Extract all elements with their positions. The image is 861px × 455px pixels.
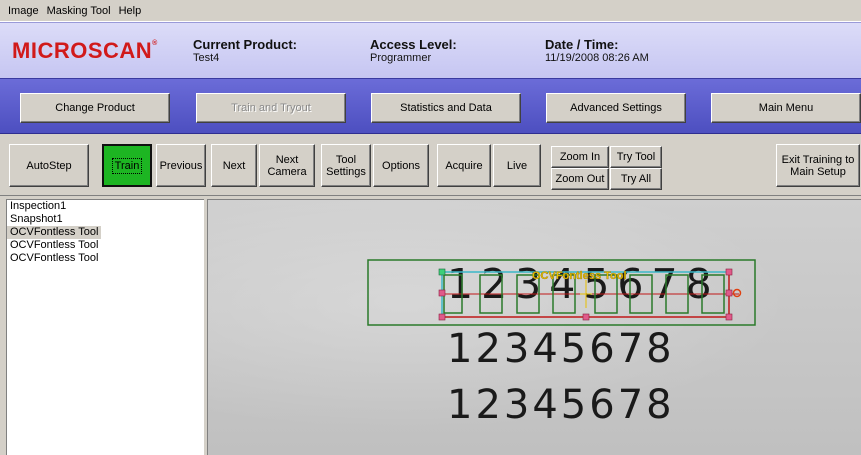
live-button[interactable]: Live bbox=[493, 144, 541, 187]
tree-item-inspection[interactable]: Inspection1 bbox=[7, 200, 204, 213]
autostep-button[interactable]: AutoStep bbox=[9, 144, 89, 187]
change-product-button[interactable]: Change Product bbox=[20, 93, 170, 123]
access-level-label: Access Level: bbox=[370, 37, 457, 52]
acquire-button[interactable]: Acquire bbox=[437, 144, 491, 187]
exit-training-button[interactable]: Exit Training to Main Setup bbox=[776, 144, 860, 187]
try-all-button[interactable]: Try All bbox=[610, 168, 662, 190]
next-camera-button[interactable]: Next Camera bbox=[259, 144, 315, 187]
image-view[interactable]: 12345678 12345678 12345678 OCVFontless T… bbox=[207, 199, 861, 455]
tool-name-label: OCVFontless Tool bbox=[532, 270, 627, 282]
advanced-settings-button[interactable]: Advanced Settings bbox=[546, 93, 686, 123]
previous-button[interactable]: Previous bbox=[156, 144, 206, 187]
inspection-tree: Inspection1 Snapshot1 OCVFontless Tool O… bbox=[6, 199, 204, 455]
datetime-block: Date / Time: 11/19/2008 08:26 AM bbox=[545, 38, 649, 65]
menu-bar: Image Masking Tool Help bbox=[0, 0, 861, 22]
datetime-label: Date / Time: bbox=[545, 37, 619, 52]
options-button[interactable]: Options bbox=[373, 144, 429, 187]
origin-handle bbox=[438, 268, 446, 276]
tool-settings-button[interactable]: Tool Settings bbox=[321, 144, 371, 187]
train-and-tryout-button[interactable]: Train and Tryout bbox=[196, 93, 346, 123]
current-product-label: Current Product: bbox=[193, 37, 297, 52]
access-level-block: Access Level: Programmer bbox=[370, 38, 457, 65]
microscan-logo: MICROSCAN® bbox=[12, 38, 158, 63]
main-menu-button[interactable]: Main Menu bbox=[711, 93, 861, 123]
navigation-band: Change Product Train and Tryout Statisti… bbox=[0, 78, 861, 134]
statistics-and-data-button[interactable]: Statistics and Data bbox=[371, 93, 521, 123]
tree-item-ocv-selected[interactable]: OCVFontless Tool bbox=[7, 226, 102, 239]
menu-masking-tool[interactable]: Masking Tool bbox=[43, 2, 115, 20]
menu-image[interactable]: Image bbox=[4, 2, 43, 20]
try-tool-button[interactable]: Try Tool bbox=[610, 146, 662, 168]
tree-item-ocv[interactable]: OCVFontless Tool bbox=[7, 252, 204, 265]
tool-bar: AutoStep Train Previous Next Next Camera… bbox=[0, 134, 861, 196]
zoom-in-button[interactable]: Zoom In bbox=[551, 146, 609, 168]
train-button[interactable]: Train bbox=[102, 144, 152, 187]
next-button[interactable]: Next bbox=[211, 144, 257, 187]
tree-item-ocv[interactable]: OCVFontless Tool bbox=[7, 239, 204, 252]
header-band: MICROSCAN® Current Product: Test4 Access… bbox=[0, 22, 861, 78]
menu-help[interactable]: Help bbox=[115, 2, 146, 20]
tool-overlay: OCVFontless Tool bbox=[367, 259, 756, 326]
access-level-value: Programmer bbox=[370, 52, 432, 64]
current-product-block: Current Product: Test4 bbox=[193, 38, 297, 65]
rotate-handle bbox=[732, 288, 742, 298]
current-product-value: Test4 bbox=[193, 52, 220, 64]
tree-item-snapshot[interactable]: Snapshot1 bbox=[7, 213, 204, 226]
datetime-value: 11/19/2008 08:26 AM bbox=[545, 52, 649, 64]
zoom-out-button[interactable]: Zoom Out bbox=[551, 168, 609, 190]
